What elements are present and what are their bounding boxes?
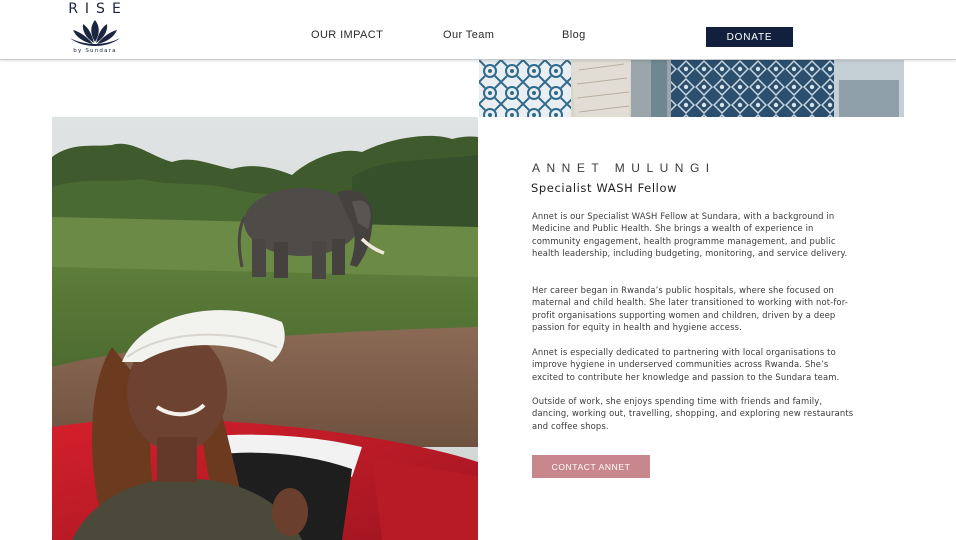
- nav-blog[interactable]: Blog: [562, 29, 586, 41]
- safari-selfie-image: [52, 117, 478, 540]
- bio-paragraph-4: Outside of work, she enjoys spending tim…: [532, 396, 854, 431]
- profile-name: ANNET MULUNGI: [532, 161, 716, 175]
- bio-paragraph-3: Annet is especially dedicated to partner…: [532, 347, 840, 382]
- rise-logo[interactable]: RISE by Sundara: [60, 2, 130, 58]
- bio-paragraph-1: Annet is our Specialist WASH Fellow at S…: [532, 211, 848, 258]
- contact-annet-button[interactable]: CONTACT ANNET: [532, 455, 650, 478]
- donate-button[interactable]: DONATE: [706, 27, 793, 47]
- tile-photo-strip: [479, 60, 904, 117]
- lotus-logo-icon: [70, 20, 120, 46]
- logo-wordmark: RISE: [68, 1, 128, 17]
- nav-our-impact[interactable]: OUR IMPACT: [311, 29, 383, 41]
- bio-paragraph-2: Her career began in Rwanda’s public hosp…: [532, 285, 848, 332]
- nav-our-team[interactable]: Our Team: [443, 29, 494, 41]
- site-header: RISE by Sundara OUR IMPACT Our Team Blog…: [0, 0, 956, 60]
- profile-photo: [52, 117, 478, 540]
- logo-subtitle: by Sundara: [73, 48, 117, 54]
- tile-pattern-image: [479, 60, 904, 117]
- profile-role: Specialist WASH Fellow: [531, 181, 678, 195]
